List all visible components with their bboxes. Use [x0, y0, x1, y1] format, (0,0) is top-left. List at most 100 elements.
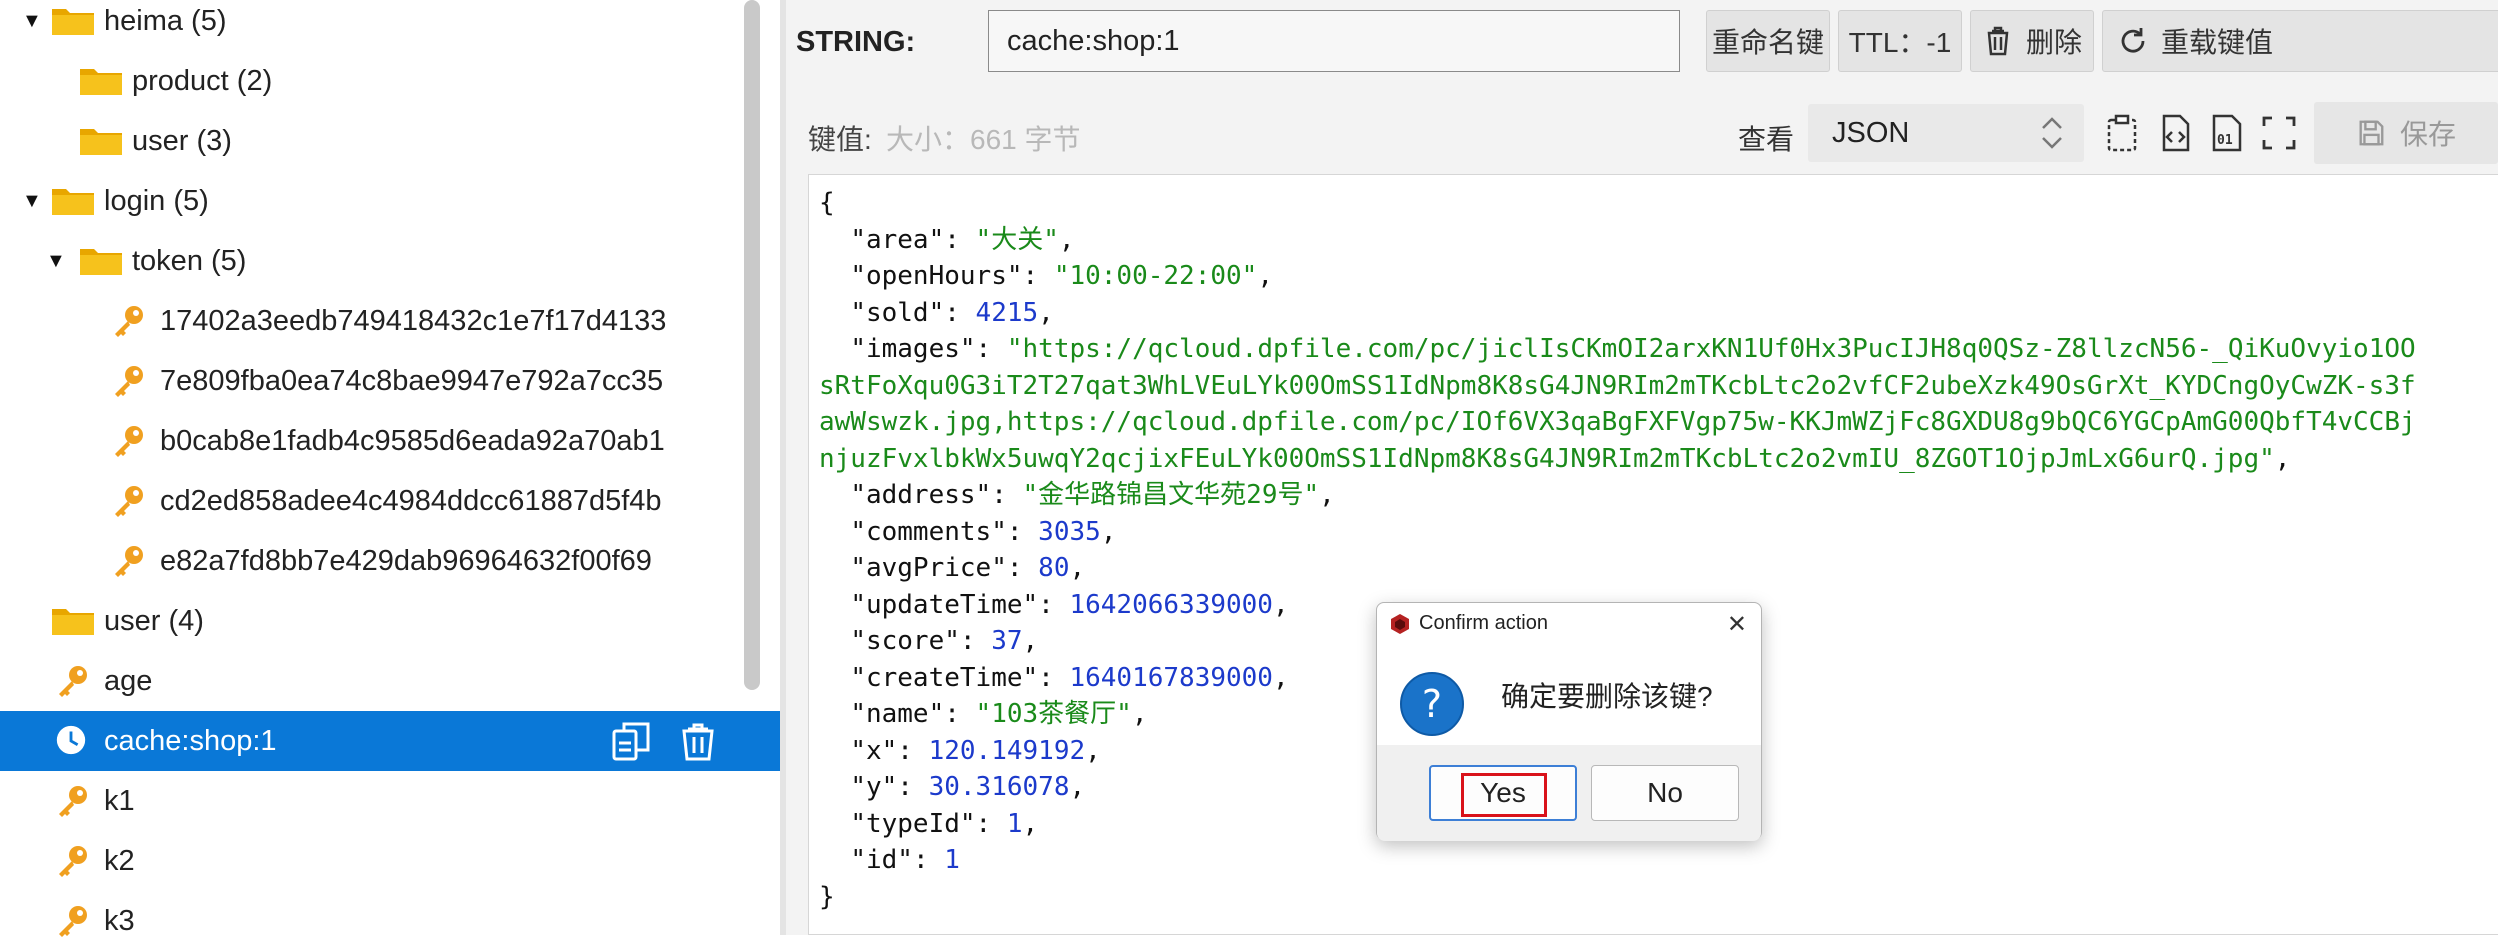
value-label: 键值:: [808, 124, 872, 155]
tree-key-row[interactable]: k1: [0, 771, 780, 831]
clock-icon: [54, 723, 90, 759]
code-line: }: [819, 879, 2416, 916]
tree-key-row[interactable]: e82a7fd8bb7e429dab96964632f00f69: [0, 531, 780, 591]
reload-key-button[interactable]: 重载键值: [2102, 10, 2498, 72]
code-line: awWswzk.jpg,https://qcloud.dpfile.com/pc…: [819, 404, 2416, 441]
code-line: "comments": 3035,: [819, 514, 2416, 551]
value-size: 大小：661 字节: [886, 124, 1081, 155]
json-key: "score": [850, 626, 960, 656]
tree-key-row[interactable]: b0cab8e1fadb4c9585d6eada92a70ab1: [0, 411, 780, 471]
app-logo-icon: [1391, 614, 1409, 634]
tree-folder-row[interactable]: user (4): [0, 591, 780, 651]
json-key: "x": [850, 735, 898, 766]
tree-folder-row[interactable]: product (2): [0, 51, 780, 111]
json-number: 30.316078: [928, 772, 1070, 802]
json-number: 37: [991, 626, 1023, 656]
tree-item-label: user (4): [104, 605, 204, 637]
json-punct: [819, 845, 850, 875]
json-string: "金华路锦昌文华苑29号": [1022, 480, 1320, 510]
json-number: 3035: [1038, 516, 1101, 547]
tree-item-label: cache:shop:1: [104, 725, 277, 757]
json-punct: :: [1006, 516, 1039, 547]
json-punct: ,: [1069, 772, 1086, 802]
tree-folder-row[interactable]: ▼ token (5): [0, 231, 780, 291]
code-line: "area": "大关",: [819, 222, 2416, 259]
no-button[interactable]: No: [1591, 765, 1739, 821]
expand-arrow-icon[interactable]: ▼: [46, 251, 66, 271]
question-icon: ?: [1400, 672, 1464, 736]
folder-icon: [50, 3, 96, 37]
code-line: "images": "https://qcloud.dpfile.com/pc/…: [819, 331, 2416, 368]
tree-key-row[interactable]: k2: [0, 831, 780, 891]
json-punct: :: [1006, 553, 1039, 583]
tree-folder-row[interactable]: ▼ heima (5): [0, 0, 780, 51]
json-string: "https://qcloud.dpfile.com/pc/jiclIsCKmO…: [1006, 334, 2416, 364]
tree-key-row[interactable]: age: [0, 651, 780, 711]
save-button[interactable]: 保存: [2314, 102, 2498, 164]
tree-item-label: heima (5): [104, 5, 227, 37]
key-name-input[interactable]: cache:shop:1: [988, 10, 1680, 72]
svg-text:01: 01: [2217, 133, 2233, 148]
key-icon: [54, 843, 90, 879]
json-string: "103茶餐厅": [975, 699, 1132, 729]
json-punct: [819, 590, 850, 620]
trash-icon[interactable]: [676, 719, 720, 763]
expand-arrow-icon[interactable]: ▼: [22, 191, 42, 211]
json-string: "大关": [975, 224, 1059, 255]
folder-icon: [78, 243, 124, 277]
json-string: awWswzk.jpg,https://qcloud.dpfile.com/pc…: [819, 407, 2416, 437]
key-icon: [110, 543, 146, 579]
rename-key-button[interactable]: 重命名键: [1706, 10, 1830, 72]
tree-item-label: k2: [104, 845, 135, 877]
ttl-label: TTL：-1: [1848, 27, 1952, 58]
tree-key-row[interactable]: 17402a3eedb749418432c1e7f17d4133: [0, 291, 780, 351]
yes-button[interactable]: Yes: [1429, 765, 1577, 821]
tree-key-row[interactable]: k3: [0, 891, 780, 951]
json-punct: [819, 699, 850, 729]
json-number: 4215: [975, 297, 1039, 328]
view-mode-value: JSON: [1832, 117, 1910, 149]
json-punct: ,: [1131, 699, 1148, 729]
copy-key-icon[interactable]: [610, 719, 654, 763]
code-line: "id": 1: [819, 842, 2416, 879]
code-line: {: [819, 185, 2416, 222]
tree-key-row[interactable]: 7e809fba0ea74c8bae9947e792a7cc35: [0, 351, 780, 411]
code-line: sRtFoXqu0G3iT2T27qat3WhLVEuLYk00OmSS1IdN…: [819, 368, 2416, 405]
json-punct: ,: [1022, 808, 1039, 839]
json-punct: [819, 736, 850, 766]
rename-key-label: 重命名键: [1711, 27, 1824, 58]
key-icon: [110, 483, 146, 519]
json-punct: [819, 298, 850, 328]
tree-scrollbar[interactable]: [744, 0, 760, 690]
ttl-button[interactable]: TTL：-1: [1838, 10, 1962, 72]
tree-folder-row[interactable]: user (3): [0, 111, 780, 171]
expand-arrow-icon[interactable]: ▼: [22, 11, 42, 31]
tree-key-row[interactable]: cache:shop:1: [0, 711, 780, 771]
tree-item-label: age: [104, 665, 153, 697]
json-punct: ,: [1319, 480, 1335, 510]
key-icon: [54, 783, 90, 819]
folder-icon: [78, 63, 124, 97]
focus-highlight: [1461, 773, 1547, 817]
fullscreen-icon[interactable]: [2258, 112, 2300, 154]
json-string: "10:00-22:00": [1053, 261, 1258, 291]
chevron-updown-icon: [2042, 117, 2062, 149]
json-number: 1642066339000: [1069, 589, 1273, 620]
json-key: "id": [850, 845, 913, 875]
json-punct: [819, 480, 850, 510]
format-code-icon[interactable]: [2154, 112, 2196, 154]
tree-item-label: k3: [104, 905, 135, 937]
tree-key-row[interactable]: cd2ed858adee4c4984ddcc61887d5f4b: [0, 471, 780, 531]
json-number: 1640167839000: [1069, 662, 1273, 693]
copy-value-icon[interactable]: [2102, 112, 2144, 154]
json-key: "images": [850, 334, 976, 364]
delete-key-button[interactable]: 删除: [1970, 10, 2094, 72]
tree-folder-row[interactable]: ▼ login (5): [0, 171, 780, 231]
key-type-label: STRING:: [796, 26, 916, 58]
json-punct: :: [975, 808, 1007, 839]
close-icon[interactable]: ✕: [1727, 610, 1747, 639]
binary-view-icon[interactable]: 01: [2206, 112, 2248, 154]
view-mode-select[interactable]: JSON: [1808, 104, 2084, 162]
no-label: No: [1647, 777, 1683, 808]
key-tree-panel: ▼ heima (5) product (2) user (3) ▼ login (5) ▼…: [0, 0, 780, 937]
